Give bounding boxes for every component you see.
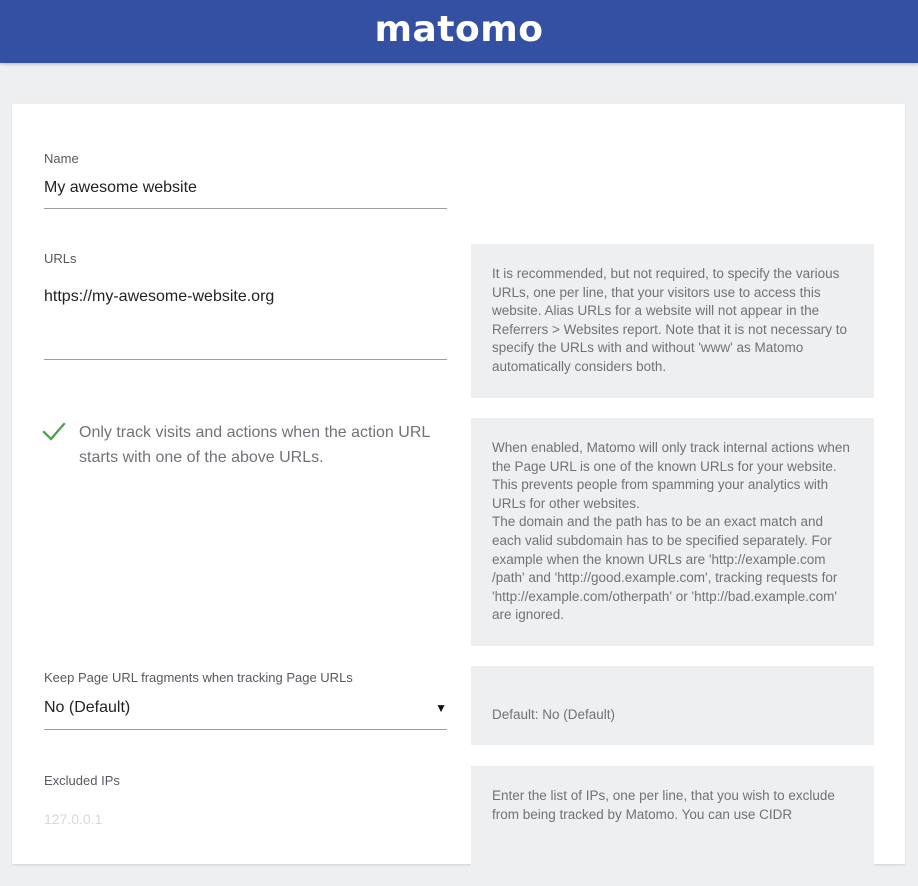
keep-fragments-select[interactable]: No (Default) ▼ [44, 698, 447, 718]
excluded-ips-help: Enter the list of IPs, one per line, tha… [471, 766, 874, 886]
checkbox-checked-icon[interactable] [42, 422, 66, 442]
urls-textarea[interactable]: https://my-awesome-website.org [44, 287, 447, 307]
keep-fragments-underline [44, 729, 447, 730]
matomo-logo[interactable]: matomo [375, 11, 544, 48]
name-underline [44, 208, 447, 209]
urls-help: It is recommended, but not required, to … [471, 244, 874, 398]
urls-field[interactable]: URLs https://my-awesome-website.org [44, 251, 447, 360]
urls-underline [44, 359, 447, 360]
keep-fragments-help-text: Default: No (Default) [492, 707, 616, 722]
name-label: Name [44, 151, 79, 166]
excluded-ips-textarea[interactable]: 127.0.0.1 [44, 809, 447, 829]
urls-label: URLs [44, 251, 77, 266]
keep-fragments-selected-value: No (Default) [44, 699, 131, 716]
name-input[interactable]: My awesome website [44, 178, 447, 198]
excluded-ips-help-text: Enter the list of IPs, one per line, tha… [492, 788, 835, 822]
urls-help-text: It is recommended, but not required, to … [492, 266, 848, 374]
name-field[interactable]: Name My awesome website [44, 151, 447, 209]
keep-fragments-label: Keep Page URL fragments when tracking Pa… [44, 670, 353, 685]
excluded-ips-field[interactable]: Excluded IPs 127.0.0.1 [44, 773, 447, 829]
excluded-ips-label: Excluded IPs [44, 773, 120, 788]
dropdown-arrow-icon[interactable]: ▼ [435, 698, 447, 718]
keep-fragments-help: Default: No (Default) [471, 666, 874, 745]
top-header-bar: matomo [0, 0, 918, 63]
only-track-help-text-2: The domain and the path has to be an exa… [492, 514, 838, 623]
website-settings-card: Name My awesome website URLs https://my-… [12, 104, 905, 886]
only-track-checkbox-label[interactable]: Only track visits and actions when the a… [79, 420, 449, 470]
only-track-help-text-1: When enabled, Matomo will only track int… [492, 440, 850, 511]
only-track-help: When enabled, Matomo will only track int… [471, 418, 874, 646]
keep-fragments-field[interactable]: Keep Page URL fragments when tracking Pa… [44, 670, 447, 730]
